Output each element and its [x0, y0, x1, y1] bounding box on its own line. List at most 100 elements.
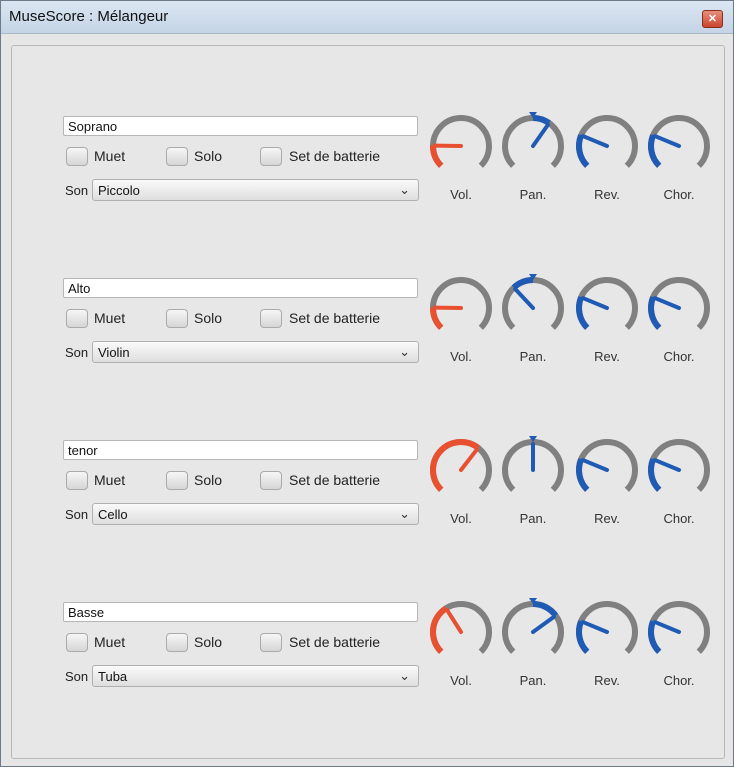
sound-select-value: Violin: [98, 345, 130, 360]
knob-track: [430, 277, 492, 330]
knob-track: [576, 277, 638, 330]
close-icon: ✕: [707, 13, 718, 25]
volume-knob[interactable]: [426, 273, 496, 343]
knob-value-arc: [430, 307, 444, 330]
mixer-panel: Muet Solo Set de batterie Son Piccolo ⌄ …: [11, 45, 725, 759]
mute-label: Muet: [94, 472, 126, 488]
knob-pointer: [531, 122, 550, 148]
knob-value-arc: [532, 601, 559, 618]
pan-label: Pan.: [519, 511, 547, 526]
channel-name-input[interactable]: [63, 602, 418, 622]
mute-checkbox[interactable]: [66, 471, 88, 490]
reverb-knob[interactable]: [572, 111, 642, 181]
knob-track: [430, 115, 492, 168]
drumset-checkbox[interactable]: [260, 309, 282, 328]
knob-track: [502, 115, 564, 168]
knob-value-arc: [430, 605, 448, 654]
close-button[interactable]: ✕: [702, 10, 723, 28]
channel-name-input[interactable]: [63, 278, 418, 298]
knob-value-arc: [430, 145, 444, 168]
reverb-label: Rev.: [594, 511, 620, 526]
solo-checkbox[interactable]: [166, 471, 188, 490]
chorus-label: Chor.: [663, 187, 695, 202]
sound-label: Son: [65, 183, 89, 198]
knob-value-arc: [648, 620, 662, 654]
pan-knob[interactable]: [498, 435, 568, 505]
knob-value-arc: [430, 439, 480, 492]
solo-checkbox[interactable]: [166, 147, 188, 166]
knob-track: [648, 277, 710, 330]
mute-checkbox[interactable]: [66, 309, 88, 328]
sound-label: Son: [65, 345, 89, 360]
sound-label: Son: [65, 669, 89, 684]
sound-select[interactable]: Tuba ⌄: [92, 665, 419, 687]
chorus-label: Chor.: [663, 673, 695, 688]
reverb-knob[interactable]: [572, 597, 642, 667]
knob-value-arc: [576, 296, 590, 330]
drumset-label: Set de batterie: [289, 148, 381, 164]
sound-select-value: Cello: [98, 507, 128, 522]
pan-knob[interactable]: [498, 597, 568, 667]
channel-name-input[interactable]: [63, 116, 418, 136]
title-bar[interactable]: MuseScore : Mélangeur ✕: [1, 1, 733, 34]
mute-label: Muet: [94, 310, 126, 326]
drumset-label: Set de batterie: [289, 634, 381, 650]
mute-checkbox[interactable]: [66, 147, 88, 166]
chorus-label: Chor.: [663, 349, 695, 364]
knob-value-arc: [576, 458, 590, 492]
knob-pointer: [459, 447, 479, 472]
knob-value-arc: [648, 458, 662, 492]
knob-track: [648, 439, 710, 492]
knob-track: [648, 115, 710, 168]
knob-pointer: [652, 296, 681, 310]
knob-track: [576, 439, 638, 492]
channel-name-input[interactable]: [63, 440, 418, 460]
reverb-knob[interactable]: [572, 273, 642, 343]
knob-pointer: [580, 296, 609, 310]
chorus-knob[interactable]: [644, 111, 714, 181]
knob-value-arc: [532, 115, 551, 126]
pan-label: Pan.: [519, 673, 547, 688]
pan-knob[interactable]: [498, 273, 568, 343]
mute-label: Muet: [94, 634, 126, 650]
volume-label: Vol.: [450, 511, 472, 526]
solo-label: Solo: [194, 148, 223, 164]
drumset-checkbox[interactable]: [260, 633, 282, 652]
solo-checkbox[interactable]: [166, 633, 188, 652]
solo-label: Solo: [194, 472, 223, 488]
channel-row: Muet Solo Set de batterie Son Cello ⌄ Vo…: [12, 415, 724, 526]
knob-value-arc: [648, 296, 662, 330]
volume-label: Vol.: [450, 673, 472, 688]
sound-select[interactable]: Violin ⌄: [92, 341, 419, 363]
sound-select[interactable]: Piccolo ⌄: [92, 179, 419, 201]
volume-label: Vol.: [450, 349, 472, 364]
knob-pointer: [531, 614, 557, 634]
solo-label: Solo: [194, 310, 223, 326]
mixer-window: MuseScore : Mélangeur ✕ Muet Solo Set de…: [0, 0, 734, 767]
chorus-knob[interactable]: [644, 435, 714, 505]
sound-select-value: Tuba: [98, 669, 128, 684]
reverb-label: Rev.: [594, 187, 620, 202]
chevron-down-icon: ⌄: [399, 182, 410, 197]
drumset-checkbox[interactable]: [260, 147, 282, 166]
drumset-checkbox[interactable]: [260, 471, 282, 490]
mute-checkbox[interactable]: [66, 633, 88, 652]
knob-pointer: [652, 620, 681, 634]
knob-pointer: [580, 620, 609, 634]
sound-select[interactable]: Cello ⌄: [92, 503, 419, 525]
chorus-knob[interactable]: [644, 273, 714, 343]
volume-knob[interactable]: [426, 111, 496, 181]
knob-value-arc: [648, 134, 662, 168]
chorus-knob[interactable]: [644, 597, 714, 667]
knob-pointer: [652, 134, 681, 148]
knob-value-arc: [576, 620, 590, 654]
volume-knob[interactable]: [426, 435, 496, 505]
pan-label: Pan.: [519, 187, 547, 202]
volume-knob[interactable]: [426, 597, 496, 667]
chevron-down-icon: ⌄: [399, 506, 410, 521]
solo-checkbox[interactable]: [166, 309, 188, 328]
solo-label: Solo: [194, 634, 223, 650]
knob-pointer: [580, 458, 609, 472]
pan-knob[interactable]: [498, 111, 568, 181]
reverb-knob[interactable]: [572, 435, 642, 505]
